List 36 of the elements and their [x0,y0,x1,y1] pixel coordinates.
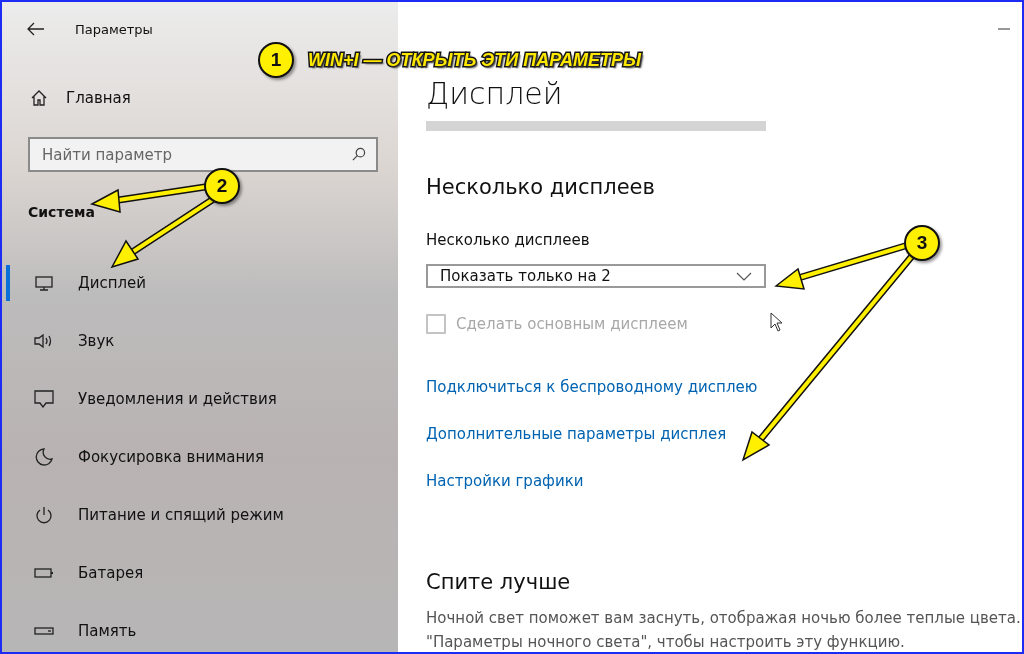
sidebar-item[interactable]: Батарея [6,555,398,591]
link[interactable]: Дополнительные параметры дисплея [426,425,727,443]
dropdown[interactable]: Показать только на 2 [426,264,766,288]
mouse-cursor-icon [770,312,782,332]
sidebar-item[interactable]: Уведомления и действия [6,381,398,417]
sidebar-item[interactable]: Фокусировка внимания [6,439,398,475]
description-text: Ночной свет поможет вам заснуть, отображая ночью более теплые цвета. [426,608,1022,628]
home-link[interactable]: Главная [66,89,131,107]
sidebar-item[interactable]: Звук [6,323,398,359]
number-badge: 3 [904,225,940,261]
search-field[interactable]: Найти параметр [28,137,378,172]
monitor-icon [34,275,54,291]
speaker-icon [34,333,54,349]
field-label: Несколько дисплеев [426,231,590,250]
page-title: Дисплей [426,76,564,111]
description-text: "Параметры ночного света", чтобы настроить эту функцию. [426,632,906,652]
search-icon [351,147,366,162]
section-heading: Несколько дисплеев [426,175,656,200]
home-icon [30,89,48,107]
window-title: Параметры [75,21,153,37]
speech-bubble-icon [34,390,54,408]
link[interactable]: Подключиться к беспроводному дисплею [426,378,758,396]
link[interactable]: Настройки графики [426,472,584,490]
minimize-icon[interactable] [998,28,1010,30]
drive-icon [34,626,54,636]
back-arrow-icon[interactable] [27,22,45,36]
chevron-down-icon [736,271,752,281]
moon-icon [34,448,54,466]
section-heading: Спите лучше [426,570,572,594]
power-icon [34,506,54,524]
sidebar-item[interactable]: Питание и спящий режим [6,497,398,533]
battery-icon [34,567,54,579]
section-heading: Система [28,204,95,220]
checkbox-label: Сделать основным дисплеем [456,315,688,333]
annotation-text: WIN+I — ОТКРЫТЬ ЭТИ ПАРАМЕТРЫ [308,49,641,71]
sidebar-item[interactable]: Память [6,613,398,649]
